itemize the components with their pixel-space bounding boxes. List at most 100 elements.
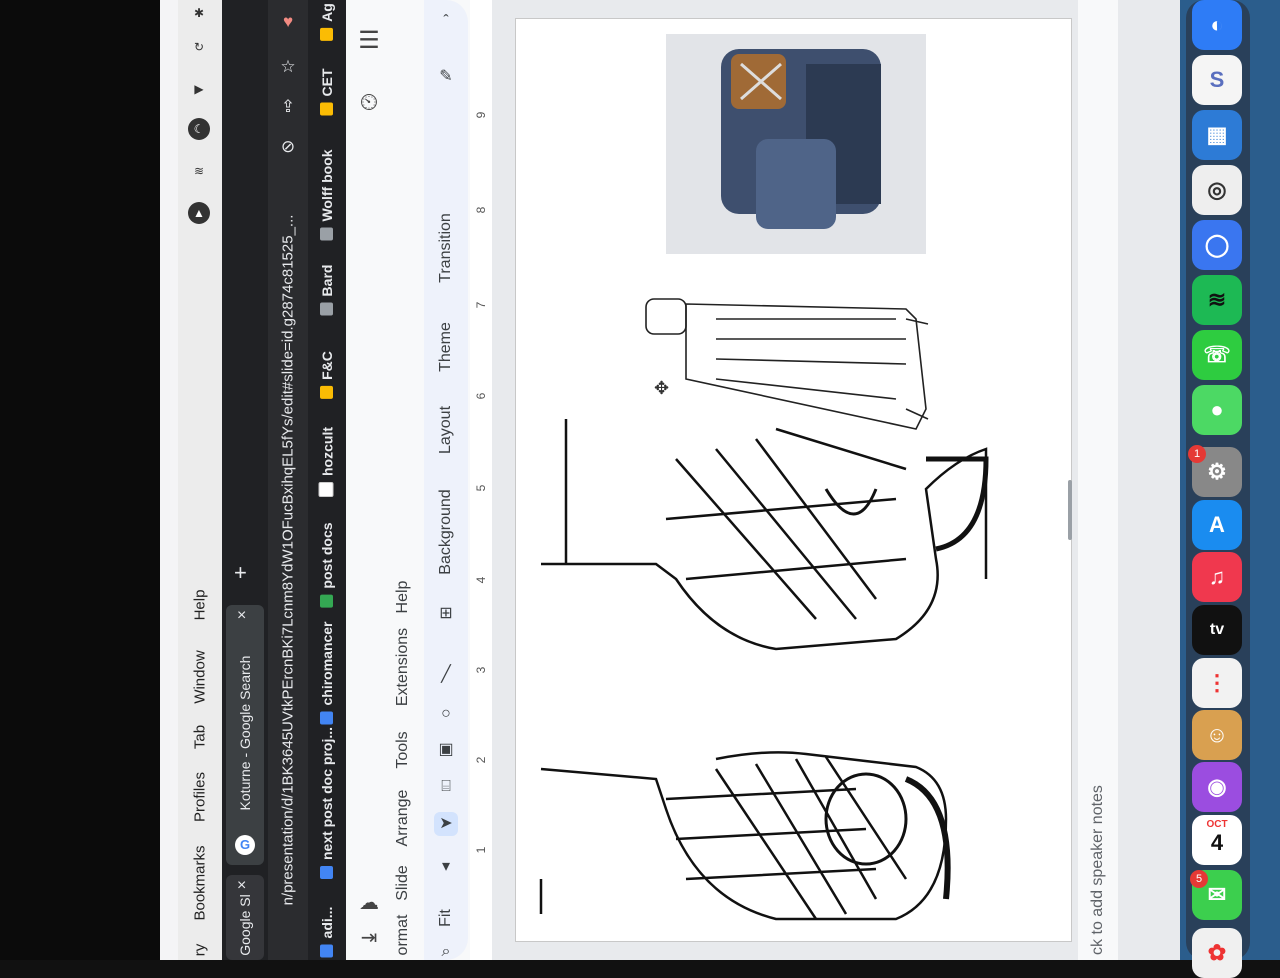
- ruler-mark: 8: [474, 206, 488, 214]
- menu-help[interactable]: Help: [394, 581, 412, 614]
- transition-button[interactable]: Transition: [437, 213, 455, 283]
- menu-history[interactable]: ry: [192, 944, 209, 957]
- standing-figure-illustration[interactable]: [645, 298, 929, 430]
- eye-slash-icon[interactable]: ⊘: [276, 135, 300, 159]
- move-cursor-icon: ✥: [654, 378, 669, 398]
- calendar-month: OCT: [1206, 819, 1228, 830]
- cloud-status-icon[interactable]: ☁: [356, 890, 382, 916]
- bookmark-cet[interactable]: CET: [319, 69, 335, 116]
- app-store-icon[interactable]: A: [1192, 500, 1242, 550]
- messages-alt-icon[interactable]: ●: [1192, 385, 1242, 435]
- bookmark-adi[interactable]: adi...: [319, 907, 335, 958]
- close-icon[interactable]: ×: [237, 877, 246, 895]
- warning-icon[interactable]: ▲: [188, 202, 210, 224]
- share-icon[interactable]: ⇪: [276, 95, 300, 119]
- apple-tv-icon[interactable]: tv: [1192, 605, 1242, 655]
- wifi-icon[interactable]: ≋: [188, 160, 210, 182]
- signal-icon[interactable]: ◯: [1192, 220, 1242, 270]
- menu-slide[interactable]: Slide: [394, 865, 412, 901]
- screen-bezel: [0, 0, 180, 960]
- macos-menu-bar: ry Bookmarks Profiles Tab Window Help ▲ …: [178, 0, 223, 960]
- theme-button[interactable]: Theme: [437, 322, 455, 372]
- chevron-down-icon[interactable]: ▾: [434, 855, 458, 879]
- shape-icon[interactable]: ○: [434, 702, 458, 726]
- laced-boot-illustration-left[interactable]: [539, 751, 951, 921]
- star-icon[interactable]: ☆: [276, 55, 300, 79]
- menu-tab[interactable]: Tab: [192, 725, 209, 749]
- bookmark-chiromancer[interactable]: chiromancer: [319, 621, 335, 725]
- ruler-mark: 1: [474, 846, 488, 854]
- reminders-icon[interactable]: ⋮: [1192, 658, 1242, 708]
- menu-format[interactable]: ormat: [394, 915, 412, 956]
- zoom-select[interactable]: Fit: [437, 909, 455, 927]
- slides-menu-bar: ormat Slide Arrange Tools Extensions Hel…: [384, 0, 424, 960]
- image-icon[interactable]: ▣: [434, 738, 458, 762]
- whatsapp-icon[interactable]: ☏: [1192, 330, 1242, 380]
- speaker-notes-placeholder[interactable]: ck to add speaker notes: [1089, 785, 1107, 955]
- menu-help[interactable]: Help: [192, 590, 209, 621]
- bookmark-hozcult[interactable]: hozcult: [318, 427, 336, 497]
- menu-bookmarks[interactable]: Bookmarks: [192, 845, 209, 920]
- calendar-day: 4: [1210, 830, 1224, 855]
- menu-profiles[interactable]: Profiles: [192, 772, 209, 822]
- ruler-mark: 3: [474, 666, 488, 674]
- bookmark-post-docs[interactable]: post docs: [319, 522, 335, 608]
- select-cursor-icon[interactable]: ➤: [434, 812, 458, 836]
- settings-badge: 1: [1188, 445, 1206, 463]
- bluetooth-icon[interactable]: ✱: [188, 2, 210, 24]
- notes-resize-handle[interactable]: [1068, 480, 1072, 540]
- bookmarks-bar: adi... next post doc proj... chiromancer…: [308, 0, 347, 960]
- slides-toolbar: ⌕ Fit ▾ ➤ ⌸ ▣ ○ ╱ ⊞ Background Layout Th…: [424, 0, 468, 960]
- bookmark-ag[interactable]: Ag: [319, 3, 335, 41]
- menu-arrange[interactable]: Arrange: [394, 790, 412, 847]
- menu-window[interactable]: Window: [192, 650, 209, 703]
- ruler-mark: 4: [474, 576, 488, 584]
- contacts-icon[interactable]: ☺: [1192, 710, 1242, 760]
- close-icon[interactable]: ×: [237, 607, 246, 625]
- spotify-icon[interactable]: ≋: [1192, 275, 1242, 325]
- zoom-icon[interactable]: ⌕: [434, 940, 458, 964]
- pen-icon[interactable]: ✎: [434, 65, 458, 89]
- pocket-icon[interactable]: ♥: [276, 10, 300, 34]
- photos-icon[interactable]: ✿: [1192, 928, 1242, 978]
- menu-extensions[interactable]: Extensions: [394, 628, 412, 706]
- launchpad-icon[interactable]: ◐: [1192, 0, 1242, 50]
- url-text[interactable]: n/presentation/d/1BK3645UVtkPErcnBKi7Lcn…: [280, 215, 297, 906]
- podcasts-icon[interactable]: ◉: [1192, 762, 1242, 812]
- line-icon[interactable]: ╱: [434, 663, 458, 687]
- safari-icon[interactable]: ◎: [1192, 165, 1242, 215]
- history-icon[interactable]: ⏲: [356, 90, 382, 116]
- bookmark-bard[interactable]: Bard: [319, 265, 335, 316]
- bookmark-label: Bard: [319, 264, 335, 297]
- scrivener-icon[interactable]: S: [1192, 55, 1242, 105]
- menu-tools[interactable]: Tools: [394, 731, 412, 768]
- new-slide-icon[interactable]: ⊞: [434, 602, 458, 626]
- comments-icon[interactable]: ☰: [356, 28, 382, 54]
- chevron-up-icon[interactable]: ˆ: [434, 10, 458, 34]
- refresh-icon[interactable]: ↻: [188, 36, 210, 58]
- move-to-icon[interactable]: ⇥: [356, 925, 382, 951]
- laced-boot-illustration-right[interactable]: [541, 419, 989, 651]
- new-tab-button[interactable]: +: [234, 560, 247, 586]
- background-button[interactable]: Background: [437, 489, 455, 574]
- bookmark-next-post-doc[interactable]: next post doc proj...: [319, 726, 335, 880]
- music-icon[interactable]: ♫: [1192, 552, 1242, 602]
- slide[interactable]: ✥: [515, 18, 1072, 942]
- bookmark-label: next post doc proj...: [319, 726, 335, 861]
- speaker-notes-pane[interactable]: ck to add speaker notes: [1078, 0, 1118, 960]
- ruler-mark: 6: [474, 392, 488, 400]
- play-icon[interactable]: ▶: [188, 78, 210, 100]
- bookmark-label: Ag: [319, 3, 335, 22]
- bookmark-fc[interactable]: F&C: [319, 351, 335, 399]
- calendar-icon[interactable]: OCT 4: [1192, 815, 1242, 865]
- address-bar[interactable]: n/presentation/d/1BK3645UVtkPErcnBKi7Lcn…: [268, 0, 308, 960]
- blue-platform-shoes-photo[interactable]: [666, 34, 926, 254]
- bookmark-wolff-book[interactable]: Wolff book: [319, 149, 335, 241]
- layout-button[interactable]: Layout: [437, 406, 455, 454]
- preview-icon[interactable]: ▦: [1192, 110, 1242, 160]
- text-box-icon[interactable]: ⌸: [434, 775, 458, 799]
- tab-koturne-search[interactable]: G Koturne - Google Search ×: [226, 605, 264, 865]
- moon-icon[interactable]: ☾: [188, 118, 210, 140]
- tab-google-slides[interactable]: Google Sl ×: [226, 875, 264, 960]
- bookmark-label: CET: [319, 68, 335, 97]
